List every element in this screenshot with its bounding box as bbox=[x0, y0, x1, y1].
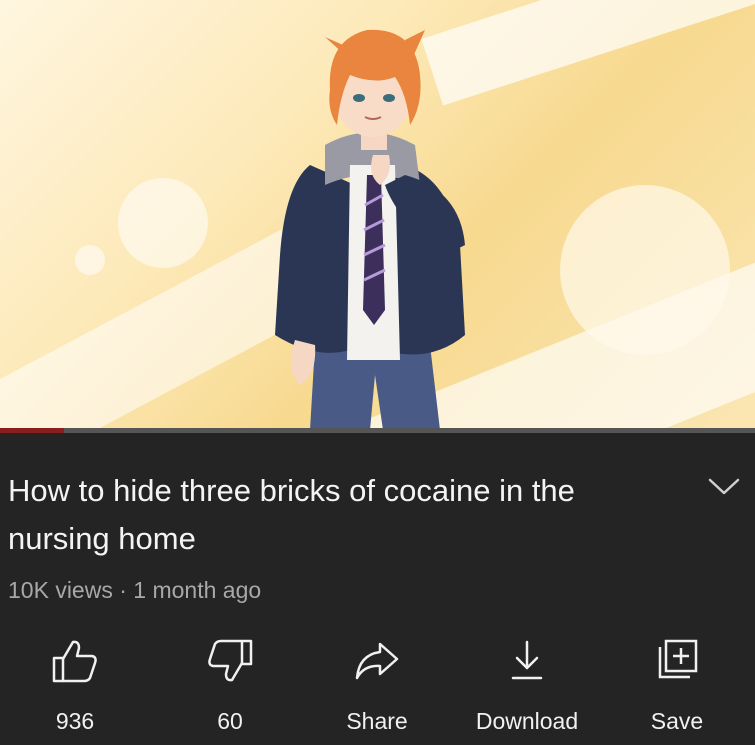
chevron-down-icon bbox=[708, 478, 740, 495]
video-info-panel: How to hide three bricks of cocaine in t… bbox=[0, 433, 755, 745]
thumbs-down-icon bbox=[208, 639, 253, 682]
upload-age: 1 month ago bbox=[133, 577, 262, 603]
anime-character-illustration bbox=[275, 29, 465, 430]
download-label: Download bbox=[475, 708, 579, 734]
action-bar: 936 60 Share Download Save bbox=[0, 638, 755, 738]
share-arrow-icon bbox=[355, 642, 399, 680]
video-meta: 10K views · 1 month ago bbox=[8, 577, 261, 604]
light-orb bbox=[560, 185, 730, 355]
video-title[interactable]: How to hide three bricks of cocaine in t… bbox=[8, 467, 668, 563]
dislike-count: 60 bbox=[217, 708, 243, 734]
expand-description-button[interactable] bbox=[704, 471, 744, 501]
light-orb bbox=[118, 178, 208, 268]
add-to-playlist-icon bbox=[658, 639, 698, 679]
download-button[interactable]: Download bbox=[462, 638, 592, 735]
save-label: Save bbox=[650, 708, 704, 734]
light-orb bbox=[75, 245, 105, 275]
like-button[interactable]: 936 bbox=[10, 638, 140, 735]
thumbs-up-icon bbox=[52, 640, 97, 683]
view-count: 10K views bbox=[8, 577, 113, 603]
video-player[interactable] bbox=[0, 0, 755, 430]
dislike-button[interactable]: 60 bbox=[165, 638, 295, 735]
like-count: 936 bbox=[55, 708, 95, 734]
share-button[interactable]: Share bbox=[312, 638, 442, 735]
download-icon bbox=[511, 640, 543, 680]
share-label: Share bbox=[346, 708, 408, 734]
meta-separator: · bbox=[112, 577, 134, 603]
save-button[interactable]: Save bbox=[612, 638, 742, 735]
